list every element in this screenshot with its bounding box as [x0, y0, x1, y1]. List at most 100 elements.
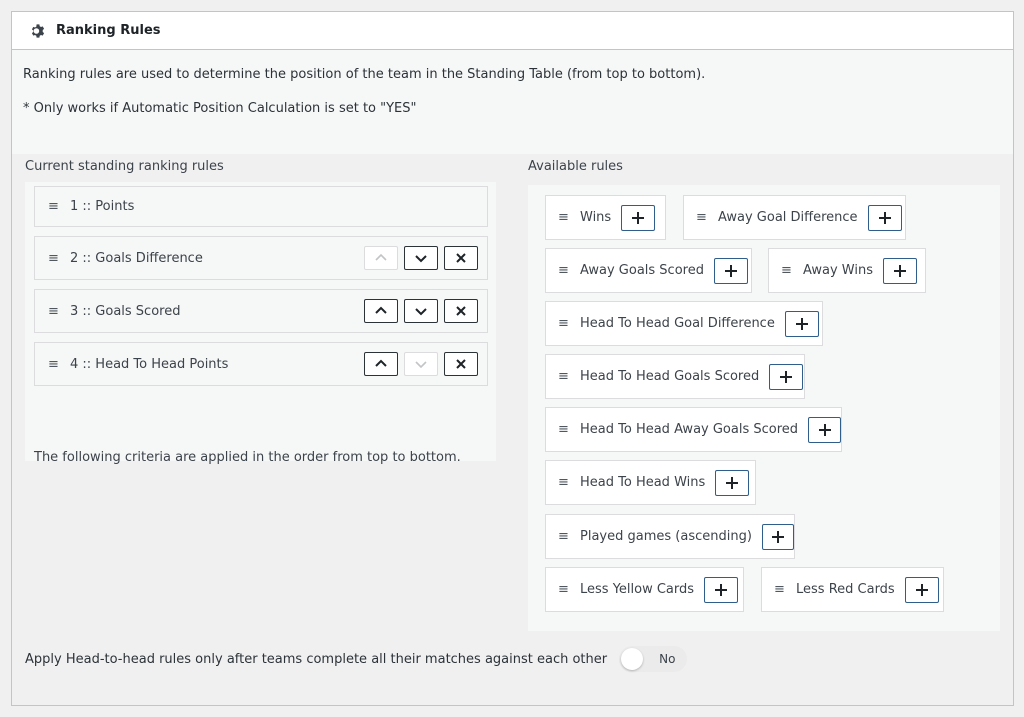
drag-handle-icon[interactable]: ≡ [774, 582, 785, 597]
chevron-down-icon [415, 361, 427, 369]
intro-description: Ranking rules are used to determine the … [23, 67, 706, 82]
rule-label: 3 :: Goals Scored [70, 303, 181, 319]
available-rule-item[interactable]: ≡ Head To Head Away Goals Scored [545, 407, 842, 452]
intro-note: * Only works if Automatic Position Calcu… [23, 101, 417, 116]
chevron-up-icon [375, 253, 387, 261]
drag-handle-icon[interactable]: ≡ [696, 210, 707, 225]
available-rules-list: ≡ Wins ≡ Away Goal Difference ≡ Away Goa… [528, 185, 1000, 631]
rule-label: 4 :: Head To Head Points [70, 356, 229, 372]
close-icon [456, 253, 466, 263]
move-down-button[interactable] [404, 352, 438, 376]
add-rule-button[interactable] [882, 257, 917, 284]
move-up-button[interactable] [364, 299, 398, 323]
plus-icon [818, 423, 831, 436]
add-rule-button[interactable] [784, 310, 819, 337]
order-note: The following criteria are applied in th… [34, 450, 461, 465]
plus-icon [795, 317, 808, 330]
head-to-head-setting: Apply Head-to-head rules only after team… [25, 646, 688, 672]
gear-icon [30, 23, 46, 39]
close-icon [456, 306, 466, 316]
rule-label: Head To Head Away Goals Scored [580, 422, 799, 437]
rule-label: Played games (ascending) [580, 529, 752, 544]
plus-icon [893, 264, 906, 277]
move-down-button[interactable] [404, 246, 438, 270]
drag-handle-icon[interactable]: ≡ [558, 263, 569, 278]
available-rule-item[interactable]: ≡ Less Red Cards [761, 567, 944, 612]
move-down-button[interactable] [404, 299, 438, 323]
plus-icon [780, 370, 793, 383]
plus-icon [726, 476, 739, 489]
drag-handle-icon[interactable]: ≡ [48, 252, 60, 265]
rule-label: 2 :: Goals Difference [70, 250, 203, 266]
drag-handle-icon[interactable]: ≡ [48, 305, 60, 318]
rule-label: Away Wins [803, 263, 873, 278]
chevron-down-icon [415, 308, 427, 316]
available-rule-item[interactable]: ≡ Head To Head Goals Scored [545, 354, 805, 399]
move-up-button[interactable] [364, 246, 398, 270]
available-rule-item[interactable]: ≡ Head To Head Goal Difference [545, 301, 823, 346]
available-rule-item[interactable]: ≡ Away Goal Difference [683, 195, 906, 240]
remove-rule-button[interactable] [444, 352, 478, 376]
current-rules-list: ≡ 1 :: Points ≡ 2 :: Goals Difference ≡ … [25, 182, 496, 465]
rule-label: Away Goals Scored [580, 263, 704, 278]
available-rule-item[interactable]: ≡ Away Goals Scored [545, 248, 752, 293]
toggle-knob[interactable] [621, 648, 644, 670]
plus-icon [771, 530, 784, 543]
available-rule-item[interactable]: ≡ Wins [545, 195, 666, 240]
chevron-up-icon [375, 359, 387, 367]
available-rule-item[interactable]: ≡ Head To Head Wins [545, 460, 756, 505]
current-rule-item[interactable]: ≡ 1 :: Points [34, 186, 488, 227]
intro-section: Ranking rules are used to determine the … [12, 50, 1013, 154]
rule-label: Head To Head Wins [580, 475, 706, 490]
add-rule-button[interactable] [713, 257, 748, 284]
rule-label: 1 :: Points [70, 199, 135, 214]
plus-icon [878, 211, 891, 224]
rule-label: Wins [580, 210, 612, 225]
drag-handle-icon[interactable]: ≡ [48, 358, 60, 371]
drag-handle-icon[interactable]: ≡ [558, 316, 569, 331]
rule-label: Less Red Cards [796, 582, 895, 597]
drag-handle-icon[interactable]: ≡ [558, 529, 569, 544]
current-rule-item[interactable]: ≡ 2 :: Goals Difference [34, 236, 488, 280]
chevron-up-icon [375, 306, 387, 314]
available-rules-label: Available rules [528, 159, 623, 174]
add-rule-button[interactable] [808, 416, 841, 443]
drag-handle-icon[interactable]: ≡ [48, 200, 60, 213]
add-rule-button[interactable] [867, 204, 902, 231]
ranking-rules-panel: Ranking Rules Ranking rules are used to … [11, 11, 1014, 706]
add-rule-button[interactable] [715, 469, 750, 496]
panel-header: Ranking Rules [12, 12, 1013, 50]
head-to-head-label: Apply Head-to-head rules only after team… [25, 651, 608, 667]
drag-handle-icon[interactable]: ≡ [558, 582, 569, 597]
add-rule-button[interactable] [904, 576, 939, 603]
toggle-state: No [659, 652, 676, 666]
drag-handle-icon[interactable]: ≡ [558, 475, 569, 490]
remove-rule-button[interactable] [444, 299, 478, 323]
panel-title: Ranking Rules [56, 23, 161, 38]
plus-icon [915, 583, 928, 596]
head-to-head-toggle[interactable]: No [619, 646, 688, 672]
current-rules-label: Current standing ranking rules [25, 159, 224, 174]
drag-handle-icon[interactable]: ≡ [781, 263, 792, 278]
drag-handle-icon[interactable]: ≡ [558, 369, 569, 384]
drag-handle-icon[interactable]: ≡ [558, 210, 569, 225]
add-rule-button[interactable] [621, 204, 656, 231]
available-rule-item[interactable]: ≡ Away Wins [768, 248, 926, 293]
available-rule-item[interactable]: ≡ Played games (ascending) [545, 514, 795, 559]
drag-handle-icon[interactable]: ≡ [558, 422, 569, 437]
remove-rule-button[interactable] [444, 246, 478, 270]
add-rule-button[interactable] [769, 363, 804, 390]
plus-icon [715, 583, 728, 596]
plus-icon [724, 264, 737, 277]
move-up-button[interactable] [364, 352, 398, 376]
add-rule-button[interactable] [761, 523, 794, 550]
available-rule-item[interactable]: ≡ Less Yellow Cards [545, 567, 744, 612]
plus-icon [632, 211, 645, 224]
current-rule-item[interactable]: ≡ 3 :: Goals Scored [34, 289, 488, 333]
rule-label: Away Goal Difference [718, 210, 858, 225]
add-rule-button[interactable] [704, 576, 739, 603]
current-rule-item[interactable]: ≡ 4 :: Head To Head Points [34, 342, 488, 386]
close-icon [456, 359, 466, 369]
rule-label: Less Yellow Cards [580, 582, 695, 597]
chevron-down-icon [415, 255, 427, 263]
